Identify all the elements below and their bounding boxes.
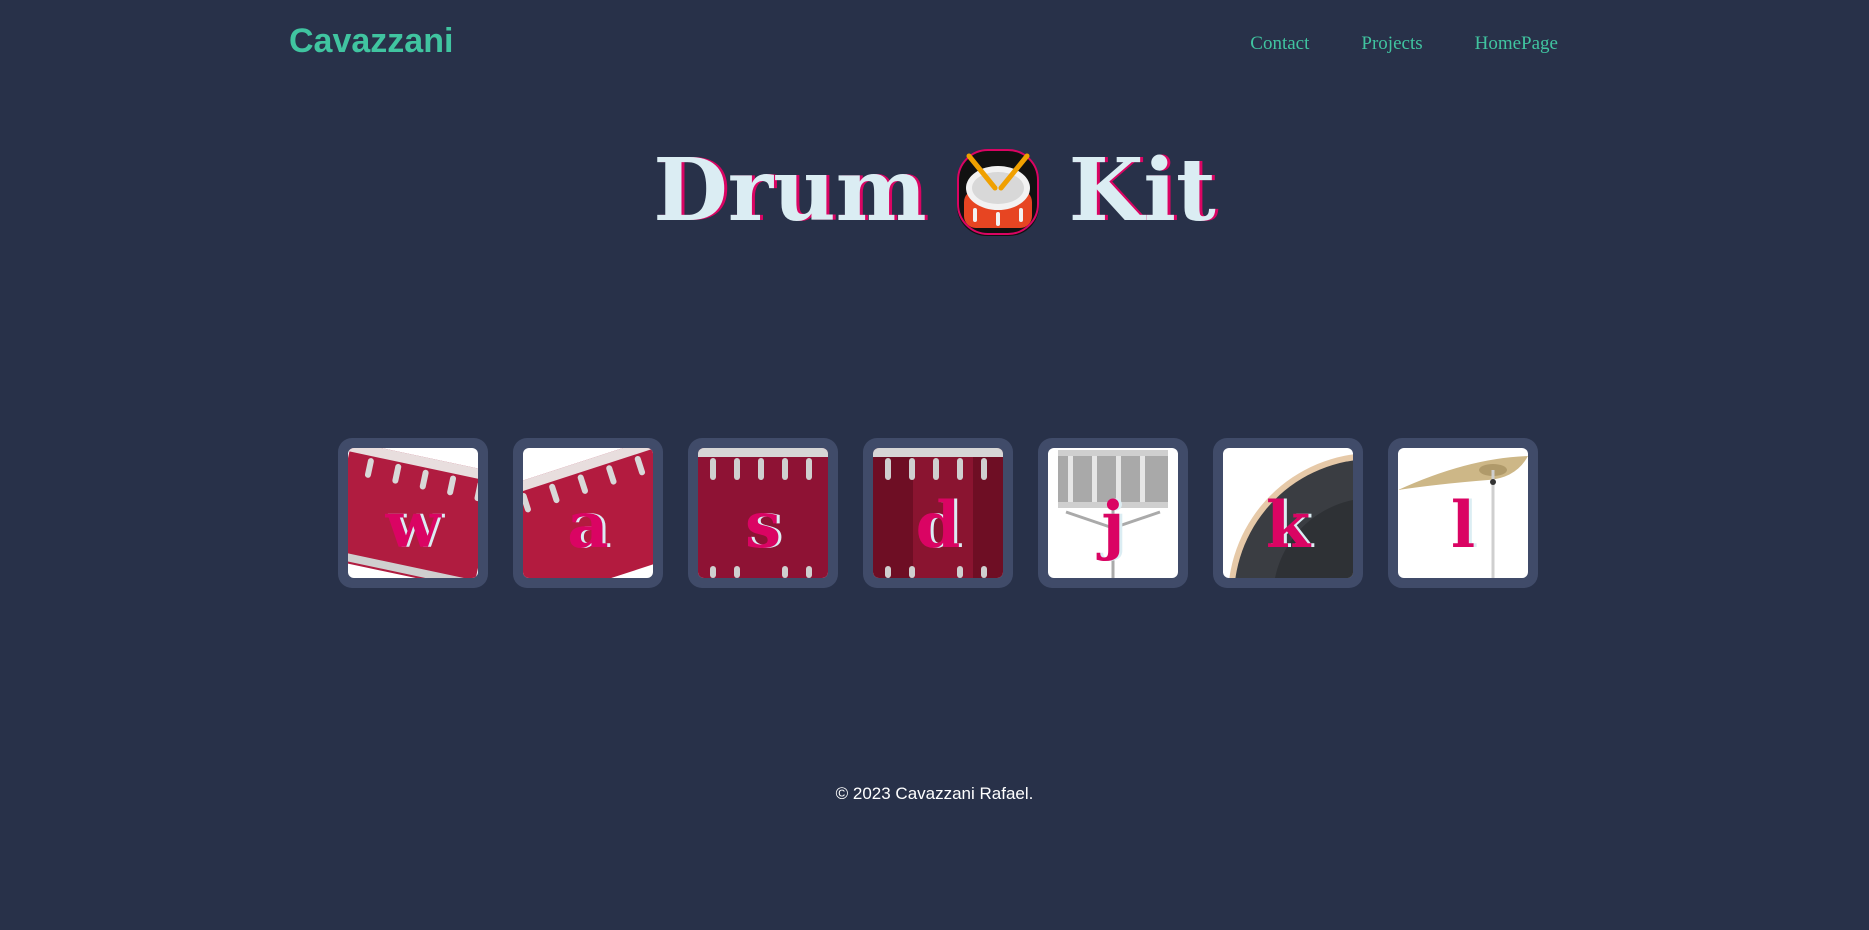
pad-key-label: l xyxy=(1450,487,1476,563)
drum-image: w xyxy=(348,448,478,578)
drum-image: k xyxy=(1223,448,1353,578)
pad-key-label: k xyxy=(1265,487,1311,563)
drum-emoji-icon xyxy=(955,144,1041,238)
nav-contact[interactable]: Contact xyxy=(1250,33,1309,55)
drum-image: a xyxy=(523,448,653,578)
drum-pad-s[interactable]: s xyxy=(688,438,838,588)
drum-pad-l[interactable]: l xyxy=(1388,438,1538,588)
nav-homepage[interactable]: HomePage xyxy=(1475,33,1558,55)
page-title: Drum Kit xyxy=(0,140,1869,241)
title-word-kit: Kit xyxy=(1068,140,1216,241)
drum-image: d xyxy=(873,448,1003,578)
pad-key-label: w xyxy=(385,487,441,563)
title-word-drum: Drum xyxy=(653,140,927,241)
pad-key-label: a xyxy=(567,487,609,563)
drum-pad-a[interactable]: a xyxy=(513,438,663,588)
nav-projects[interactable]: Projects xyxy=(1361,33,1422,55)
drum-image: s xyxy=(698,448,828,578)
drum-pad-j[interactable]: j xyxy=(1038,438,1188,588)
drum-pad-w[interactable]: w xyxy=(338,438,488,588)
pad-key-label: j xyxy=(1101,487,1125,563)
logo[interactable]: Cavazzani xyxy=(289,22,453,61)
drum-pad-d[interactable]: d xyxy=(863,438,1013,588)
pad-key-label: s xyxy=(744,487,782,563)
drum-pad-k[interactable]: k xyxy=(1213,438,1363,588)
drum-image: l xyxy=(1398,448,1528,578)
pad-key-label: d xyxy=(915,487,961,563)
drum-pads: w a s d j k l xyxy=(338,438,1538,588)
main-nav: Contact Projects HomePage xyxy=(1250,33,1558,55)
drum-image: j xyxy=(1048,448,1178,578)
footer-copyright: © 2023 Cavazzani Rafael. xyxy=(835,784,1034,803)
